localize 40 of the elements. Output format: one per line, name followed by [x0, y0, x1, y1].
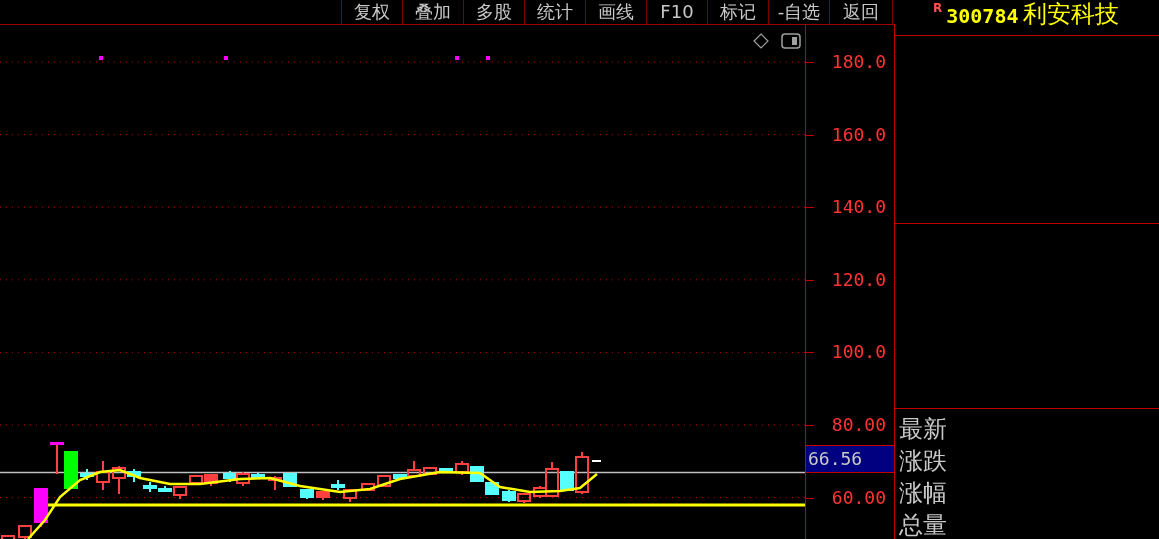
candlestick	[80, 468, 94, 481]
candlestick	[423, 467, 437, 475]
candlestick	[223, 470, 237, 483]
candlestick	[1, 535, 15, 539]
candlestick	[18, 525, 32, 539]
candlestick	[300, 489, 314, 500]
candlestick	[361, 483, 375, 491]
axis-label: 180.0	[831, 52, 886, 72]
candlestick	[34, 488, 48, 528]
candlestick	[268, 475, 282, 491]
candlestick	[439, 467, 453, 473]
toolbar-button[interactable]: 返回	[829, 0, 893, 24]
candlestick	[343, 489, 357, 503]
price-tick	[591, 460, 602, 462]
panel-toggle-icon[interactable]	[781, 33, 801, 49]
axis-label: 120.0	[831, 269, 886, 290]
candlestick	[377, 475, 391, 487]
market-mark: R	[933, 1, 943, 15]
stock-code: 300784	[946, 4, 1019, 28]
diamond-icon[interactable]	[753, 33, 769, 49]
axis-label: 140.0	[831, 197, 886, 218]
axis-label: 100.0	[831, 342, 886, 363]
quote-label: 涨幅	[899, 479, 948, 507]
quote-label: 总量	[899, 511, 948, 539]
axis-label: 80.00	[831, 415, 886, 435]
axis-label: 160.0	[831, 124, 886, 145]
candlestick	[96, 460, 110, 491]
candlestick	[50, 442, 64, 475]
candlestick	[517, 493, 531, 504]
axis-label: 60.00	[831, 487, 886, 508]
quote-label: 涨跌	[899, 447, 948, 475]
quote-label: 最新	[899, 415, 948, 443]
candlestick	[64, 451, 78, 489]
candlestick	[502, 489, 516, 503]
candlestick	[485, 480, 499, 495]
candlestick	[316, 491, 330, 501]
stock-name: 利安科技	[1022, 0, 1119, 28]
candlestick	[455, 460, 469, 476]
current-price-label: 66.56	[806, 445, 894, 473]
candlestick	[331, 479, 345, 491]
